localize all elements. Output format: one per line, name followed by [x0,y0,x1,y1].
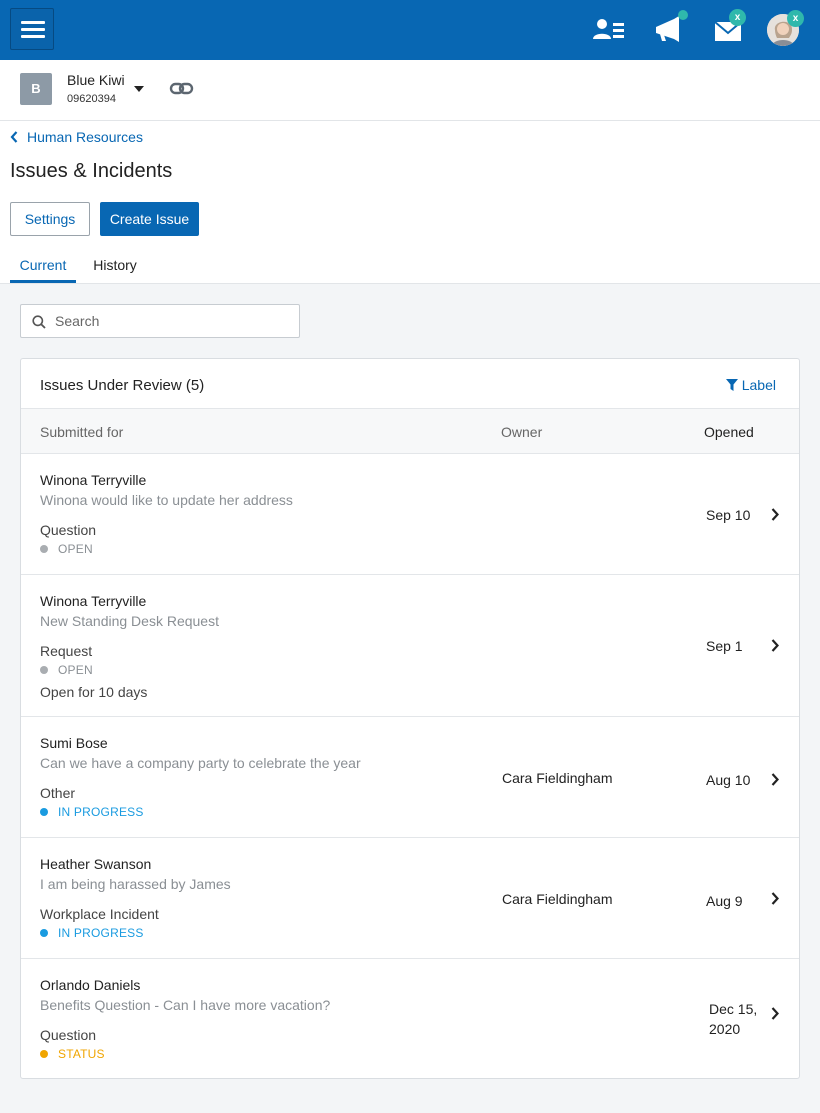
label-filter-text: Label [741,377,776,393]
chevron-right-icon[interactable] [771,773,779,789]
row-description: Benefits Question - Can I have more vaca… [40,997,331,1013]
table-row[interactable]: Sumi Bose Can we have a company party to… [21,717,799,838]
row-opened: Aug 9 [706,893,743,909]
mail-badge: x [729,9,746,26]
row-owner: Cara Fieldingham [502,770,613,786]
status-badge: IN PROGRESS [40,926,144,940]
table-row[interactable]: Heather Swanson I am being harassed by J… [21,838,799,959]
company-name[interactable]: Blue Kiwi [67,72,125,88]
card-title: Issues Under Review (5) [40,377,205,394]
row-type: Workplace Incident [40,906,159,922]
column-owner: Owner [501,424,543,440]
column-submitted-for: Submitted for [40,424,124,440]
chevron-right-icon[interactable] [771,639,779,655]
row-type: Other [40,785,76,801]
hamburger-menu-icon[interactable] [10,8,54,50]
row-type: Request [40,643,93,659]
status-text: OPEN [58,542,93,556]
top-bar: x x [0,0,820,60]
tab-current[interactable]: Current [10,247,76,283]
row-opened-line1: Dec 15, [709,1001,758,1017]
chevron-down-icon[interactable] [134,86,144,92]
row-opened: Aug 10 [706,772,751,788]
row-name: Sumi Bose [40,735,108,751]
row-type: Question [40,522,97,538]
row-open-duration: Open for 10 days [40,684,148,700]
notification-dot [678,10,688,20]
breadcrumb-label: Human Resources [27,129,143,145]
chevron-right-icon[interactable] [771,1007,779,1023]
status-text: IN PROGRESS [58,805,144,819]
row-owner: Cara Fieldingham [502,891,613,907]
chevron-right-icon[interactable] [771,508,779,524]
row-name: Winona Terryville [40,593,147,609]
search-box [20,304,300,338]
chevron-right-icon[interactable] [771,892,779,908]
avatar-badge: x [787,10,804,27]
search-input[interactable] [55,305,295,337]
row-type: Question [40,1027,97,1043]
row-description: Can we have a company party to celebrate… [40,755,361,771]
link-icon[interactable] [169,80,195,101]
table-header: Submitted for Owner Opened [21,408,799,454]
table-row[interactable]: Winona Terryville Winona would like to u… [21,454,799,575]
filter-icon [725,378,738,391]
breadcrumb[interactable]: Human Resources [10,129,143,145]
row-description: I am being harassed by James [40,876,231,892]
company-logo: B [20,73,52,105]
row-description: Winona would like to update her address [40,492,293,508]
row-name: Winona Terryville [40,472,147,488]
company-id: 09620394 [67,93,116,105]
create-issue-button[interactable]: Create Issue [100,202,199,236]
table-row[interactable]: Winona Terryville New Standing Desk Requ… [21,575,799,717]
tab-history[interactable]: History [82,247,148,283]
status-badge: STATUS [40,1047,105,1061]
megaphone-icon[interactable] [652,10,688,46]
status-badge: OPEN [40,663,93,677]
row-opened-line2: 2020 [709,1021,741,1037]
column-opened[interactable]: Opened [704,424,754,440]
page-header: Human Resources Issues & Incidents Setti… [0,121,820,284]
settings-button[interactable]: Settings [10,202,90,236]
row-opened: Dec 15, 2020 [709,999,757,1039]
table-row[interactable]: Orlando Daniels Benefits Question - Can … [21,959,799,1078]
row-opened: Sep 10 [706,507,751,523]
status-badge: IN PROGRESS [40,805,144,819]
row-description: New Standing Desk Request [40,613,219,629]
label-filter-button[interactable]: Label [725,377,776,393]
status-text: IN PROGRESS [58,926,144,940]
status-badge: OPEN [40,542,93,556]
row-name: Heather Swanson [40,856,152,872]
people-list-icon[interactable] [592,14,626,46]
company-bar: B Blue Kiwi 09620394 [0,60,820,121]
row-name: Orlando Daniels [40,977,141,993]
chevron-left-icon [10,131,18,143]
status-text: OPEN [58,663,93,677]
row-opened: Sep 1 [706,638,743,654]
page-title: Issues & Incidents [10,160,173,182]
mail-icon[interactable]: x [712,9,746,46]
issues-card: Issues Under Review (5) Label Submitted … [20,358,800,1079]
search-icon [32,315,46,329]
status-text: STATUS [58,1047,105,1061]
